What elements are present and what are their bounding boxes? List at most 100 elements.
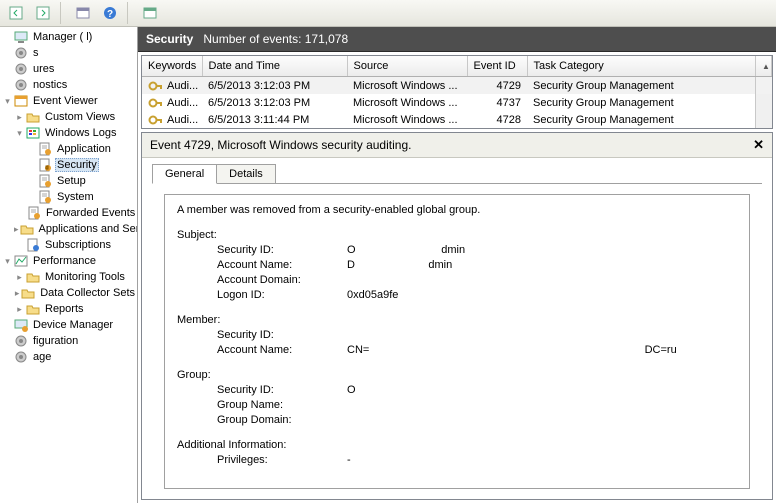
event-summary: A member was removed from a security-ena…: [177, 203, 737, 218]
close-icon[interactable]: ✕: [753, 137, 764, 153]
gear-icon: [13, 61, 29, 77]
tree-twist-icon[interactable]: ▸: [14, 272, 25, 283]
tree-item[interactable]: ▾Performance: [0, 253, 137, 269]
tree-item-label: s: [31, 47, 41, 59]
field-label: Group Domain:: [177, 413, 347, 428]
field-label: Account Name:: [177, 258, 347, 273]
field-label: Group Name:: [177, 398, 347, 413]
cell-eventid: 4729: [467, 77, 527, 95]
tree-item-label: figuration: [31, 335, 80, 347]
detail-tabs: General Details: [142, 158, 772, 183]
detail-section: Member:Security ID: Account Name:CN= DC=…: [177, 313, 737, 358]
tree-twist-icon[interactable]: ▸: [14, 304, 25, 315]
tree-item-label: nostics: [31, 79, 69, 91]
tree-item[interactable]: ▸Reports: [0, 301, 137, 317]
tree-item-label: Manager ( l): [31, 31, 94, 43]
device-icon: [13, 317, 29, 333]
field-label: Account Domain:: [177, 273, 347, 288]
log-header-count-label: Number of events:: [203, 32, 301, 46]
event-grid[interactable]: KeywordsDate and TimeSourceEvent IDTask …: [141, 55, 773, 129]
scroll-up-icon[interactable]: ▲: [756, 56, 772, 77]
log-icon: [37, 173, 53, 189]
tree-item[interactable]: Setup: [0, 173, 137, 189]
column-header[interactable]: Date and Time: [202, 56, 347, 77]
tools-icon: [13, 45, 29, 61]
cell-source: Microsoft Windows ...: [347, 94, 467, 111]
tree-item[interactable]: Forwarded Events: [0, 205, 137, 221]
column-header[interactable]: Keywords: [142, 56, 202, 77]
tree-item-label: Setup: [55, 175, 88, 187]
column-header[interactable]: Event ID: [467, 56, 527, 77]
toolbar-btn-help[interactable]: ?: [98, 1, 122, 25]
cell-category: Security Group Management: [527, 94, 756, 111]
cell-category: Security Group Management: [527, 111, 756, 128]
section-heading: Group:: [177, 368, 737, 383]
log-header: Security Number of events: 171,078: [138, 27, 776, 52]
body: Manager ( l) s ures nostics ▾ Event Viewer ▸Cu…: [0, 27, 776, 503]
tree-item[interactable]: ▸Applications and Servic: [0, 221, 137, 237]
field-value: O dmin: [347, 243, 737, 258]
toolbar-btn-nav-back[interactable]: [4, 1, 28, 25]
tree-item[interactable]: Device Manager: [0, 317, 137, 333]
tree-item[interactable]: System: [0, 189, 137, 205]
tree-item-label: Applications and Servic: [37, 223, 138, 235]
window-root: ? Manager ( l) s ures nostics ▾ Event Viewer ▸…: [0, 0, 776, 503]
nav-tree[interactable]: Manager ( l) s ures nostics ▾ Event Viewer ▸Cu…: [0, 27, 138, 503]
tree-item[interactable]: ▸Custom Views: [0, 109, 137, 125]
cell-datetime: 6/5/2013 3:12:03 PM: [202, 94, 347, 111]
tab-general[interactable]: General: [152, 164, 217, 184]
tree-item[interactable]: figuration: [0, 333, 137, 349]
cell-datetime: 6/5/2013 3:12:03 PM: [202, 77, 347, 95]
tree-item[interactable]: ▾ Event Viewer: [0, 93, 137, 109]
tree-item[interactable]: age: [0, 349, 137, 365]
tree-item[interactable]: Security: [0, 157, 137, 173]
tree-item-label: System: [55, 191, 96, 203]
cell-keywords: Audi...: [167, 80, 198, 92]
tree-item[interactable]: ▾Windows Logs: [0, 125, 137, 141]
tree-twist-icon[interactable]: ▾: [2, 256, 13, 267]
winlogs-icon: [25, 125, 41, 141]
tree-twist-icon[interactable]: ▾: [2, 96, 13, 107]
toolbar-separator: [60, 2, 66, 24]
cell-keywords: Audi...: [167, 97, 198, 109]
main-pane: Security Number of events: 171,078 Keywo…: [138, 27, 776, 503]
field-value: 0xd05a9fe: [347, 288, 737, 303]
event-row[interactable]: Audi... 6/5/2013 3:12:03 PMMicrosoft Wind…: [142, 94, 772, 111]
toolbar-separator: [127, 2, 133, 24]
log-header-title: Security: [146, 32, 193, 46]
tree-item-label: Forwarded Events: [44, 207, 137, 219]
tree-twist-icon[interactable]: ▸: [14, 112, 25, 123]
tree-item[interactable]: ▸Data Collector Sets: [0, 285, 137, 301]
column-header[interactable]: Task Category: [527, 56, 756, 77]
detail-body[interactable]: A member was removed from a security-ena…: [164, 194, 750, 489]
event-row[interactable]: Audi...6/5/2013 3:11:44 PMMicrosoft Wind…: [142, 111, 772, 128]
svg-text:?: ?: [107, 9, 113, 20]
tree-twist-icon[interactable]: ▾: [14, 128, 25, 139]
tree-item[interactable]: Subscriptions: [0, 237, 137, 253]
tree-item-label: Application: [55, 143, 113, 155]
event-row[interactable]: Audi... 6/5/2013 3:12:03 PMMicrosoft Wind…: [142, 77, 772, 95]
tree-item[interactable]: Manager ( l): [0, 29, 137, 45]
computer-icon: [13, 29, 29, 45]
tree-item-label: Event Viewer: [31, 95, 100, 107]
cell-eventid: 4737: [467, 94, 527, 111]
column-header[interactable]: Source: [347, 56, 467, 77]
tree-item[interactable]: nostics: [0, 77, 137, 93]
gear-icon: [13, 77, 29, 93]
toolbar-btn-nav-fwd[interactable]: [31, 1, 55, 25]
field-value: CN= DC=ru: [347, 343, 737, 358]
detail-section: Additional Information:Privileges:-: [177, 438, 737, 468]
field-label: Privileges:: [177, 453, 347, 468]
tree-item[interactable]: ures: [0, 61, 137, 77]
folder-icon: [25, 109, 41, 125]
toolbar-btn-refresh[interactable]: [138, 1, 162, 25]
tree-item[interactable]: Application: [0, 141, 137, 157]
cell-source: Microsoft Windows ...: [347, 77, 467, 95]
tree-item[interactable]: ▸Monitoring Tools: [0, 269, 137, 285]
log-icon: [37, 141, 53, 157]
tab-details[interactable]: Details: [216, 164, 276, 183]
gear-icon: [13, 333, 29, 349]
subs-icon: [25, 237, 41, 253]
toolbar-btn-props[interactable]: [71, 1, 95, 25]
tree-item[interactable]: s: [0, 45, 137, 61]
